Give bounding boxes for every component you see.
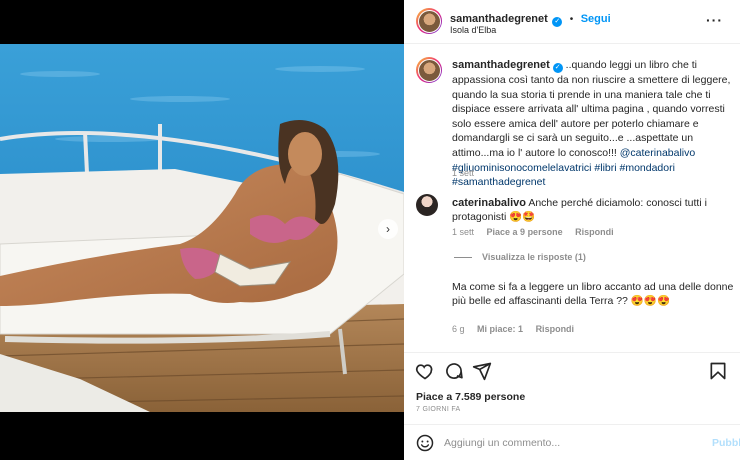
avatar[interactable] bbox=[416, 8, 442, 34]
reply-comment-meta: 6 g Mi piace: 1 Rispondi bbox=[452, 324, 574, 334]
reply-comment-text: Ma come si fa a leggere un libro accanto… bbox=[452, 281, 734, 307]
reply-line bbox=[454, 257, 472, 259]
caption: samanthadegrenet ✓ ..quando leggi un lib… bbox=[452, 58, 736, 190]
post-header: samanthadegrenet ✓ • Segui Isola d'Elba … bbox=[404, 0, 740, 44]
emoji-icon[interactable] bbox=[416, 434, 434, 452]
separator-dot: • bbox=[569, 14, 574, 25]
publish-button[interactable]: Pubbli bbox=[712, 437, 740, 449]
reply-button[interactable]: Rispondi bbox=[536, 324, 575, 334]
reply-button[interactable]: Rispondi bbox=[575, 227, 614, 237]
reply-comment-time: 6 g bbox=[452, 324, 465, 334]
post-photo-image bbox=[0, 44, 404, 412]
avatar[interactable] bbox=[416, 57, 442, 83]
comment-icon[interactable] bbox=[444, 361, 464, 381]
comment: caterinabalivo Anche perché diciamolo: c… bbox=[452, 196, 732, 224]
comment-input[interactable]: Aggiungi un commento... bbox=[444, 437, 560, 449]
avatar[interactable] bbox=[416, 194, 438, 216]
next-slide-button[interactable]: › bbox=[378, 219, 398, 239]
post-author-username[interactable]: samanthadegrenet bbox=[450, 13, 548, 25]
caption-text: ..quando leggi un libro che ti appassion… bbox=[452, 59, 731, 159]
chevron-right-icon: › bbox=[386, 222, 390, 236]
add-comment-bar: Aggiungi un commento... Pubbli bbox=[404, 424, 740, 460]
comment-username[interactable]: caterinabalivo bbox=[452, 197, 526, 209]
follow-button[interactable]: Segui bbox=[581, 13, 611, 25]
caption-time: 1 sett bbox=[452, 168, 475, 178]
post-photo[interactable] bbox=[0, 44, 404, 412]
post-date: 7 GIORNI FA bbox=[416, 406, 461, 413]
more-icon[interactable]: ··· bbox=[706, 12, 723, 28]
post-location[interactable]: Isola d'Elba bbox=[450, 25, 496, 35]
view-replies-label: Visualizza le risposte (1) bbox=[482, 252, 586, 262]
verified-icon: ✓ bbox=[552, 63, 563, 73]
comment-time: 1 sett bbox=[452, 227, 475, 237]
view-replies-button[interactable]: Visualizza le risposte (1) bbox=[454, 252, 586, 262]
reply-comment-likes[interactable]: Mi piace: 1 bbox=[477, 324, 523, 334]
comment-meta: 1 sett Piace a 9 persone Rispondi bbox=[452, 227, 614, 237]
comment-likes[interactable]: Piace a 9 persone bbox=[487, 227, 563, 237]
heart-icon[interactable] bbox=[415, 361, 435, 381]
post-likes[interactable]: Piace a 7.589 persone bbox=[416, 391, 525, 403]
caption-username[interactable]: samanthadegrenet bbox=[452, 59, 550, 71]
bookmark-icon[interactable] bbox=[708, 361, 728, 381]
media-viewer: › bbox=[0, 0, 404, 460]
share-icon[interactable] bbox=[472, 361, 492, 381]
verified-icon: ✓ bbox=[552, 17, 563, 27]
post-side-panel: samanthadegrenet ✓ • Segui Isola d'Elba … bbox=[404, 0, 740, 460]
